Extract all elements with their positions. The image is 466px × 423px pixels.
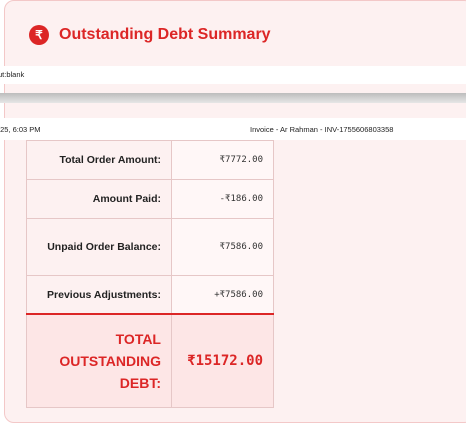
summary-title: Outstanding Debt Summary	[59, 26, 271, 43]
total-order-amount-value: ₹7772.00	[171, 140, 274, 180]
amount-paid-value: -₹186.00	[171, 179, 274, 219]
table-row: Total Order Amount: ₹7772.00	[26, 140, 274, 180]
previous-adjustments-value: +₹7586.00	[171, 275, 274, 315]
print-url-text: ut:blank	[0, 70, 25, 79]
print-date: /25, 6:03 PM	[0, 125, 41, 134]
rupee-circle-icon: ₹	[29, 25, 49, 45]
total-outstanding-debt-value: ₹15172.00	[171, 313, 274, 408]
debt-summary-table: Total Order Amount: ₹7772.00 Amount Paid…	[26, 140, 274, 408]
table-row: Unpaid Order Balance: ₹7586.00	[26, 218, 274, 276]
unpaid-order-balance-value: ₹7586.00	[171, 218, 274, 276]
print-url-bar: ut:blank	[0, 66, 466, 84]
total-outstanding-debt-label: TOTAL OUTSTANDING DEBT:	[26, 313, 172, 408]
table-row: Previous Adjustments: +₹7586.00	[26, 275, 274, 315]
summary-header: ₹ Outstanding Debt Summary	[29, 23, 271, 47]
amount-paid-label: Amount Paid:	[26, 179, 172, 219]
print-document-title: Invoice - Ar Rahman - INV-1755606803358	[250, 125, 394, 134]
print-header-bar: /25, 6:03 PM Invoice - Ar Rahman - INV-1…	[0, 118, 466, 140]
table-row: Amount Paid: -₹186.00	[26, 179, 274, 219]
page-divider	[0, 93, 466, 103]
previous-adjustments-label: Previous Adjustments:	[26, 275, 172, 315]
total-row: TOTAL OUTSTANDING DEBT: ₹15172.00	[26, 313, 274, 408]
unpaid-order-balance-label: Unpaid Order Balance:	[26, 218, 172, 276]
total-order-amount-label: Total Order Amount:	[26, 140, 172, 180]
